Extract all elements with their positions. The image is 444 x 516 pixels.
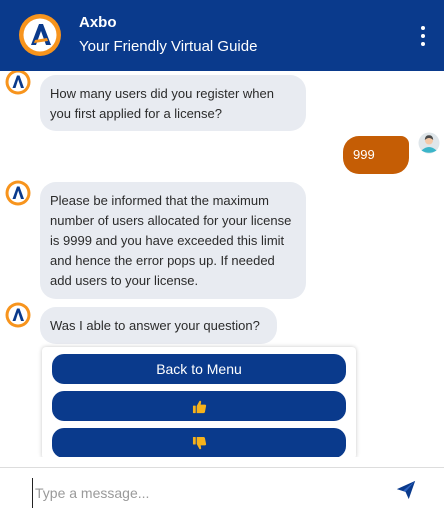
- bot-avatar: [5, 71, 31, 95]
- axbo-logo: [19, 14, 61, 56]
- send-icon[interactable]: [395, 479, 417, 501]
- user-message: 999: [343, 136, 409, 174]
- bot-message: Was I able to answer your question?: [40, 307, 277, 344]
- thumbs-up-icon: [192, 400, 206, 413]
- chat-messages[interactable]: How many users did you register when you…: [0, 71, 444, 457]
- bot-avatar: [5, 180, 31, 206]
- chat-header: Axbo Your Friendly Virtual Guide: [0, 0, 444, 71]
- user-avatar: [418, 132, 440, 154]
- quick-replies-card: Back to Menu: [42, 347, 356, 457]
- thumbs-down-icon: [192, 436, 206, 449]
- bot-message: How many users did you register when you…: [40, 75, 306, 131]
- message-input[interactable]: [32, 478, 367, 508]
- bot-subtitle: Your Friendly Virtual Guide: [79, 38, 258, 55]
- thumbs-up-button[interactable]: [52, 391, 346, 421]
- bot-message: Please be informed that the maximum numb…: [40, 182, 306, 299]
- thumbs-down-button[interactable]: [52, 428, 346, 457]
- bot-avatar: [5, 302, 31, 328]
- more-options-icon[interactable]: [418, 26, 428, 46]
- message-composer: [0, 467, 444, 516]
- back-to-menu-button[interactable]: Back to Menu: [52, 354, 346, 384]
- bot-name: Axbo: [79, 14, 117, 31]
